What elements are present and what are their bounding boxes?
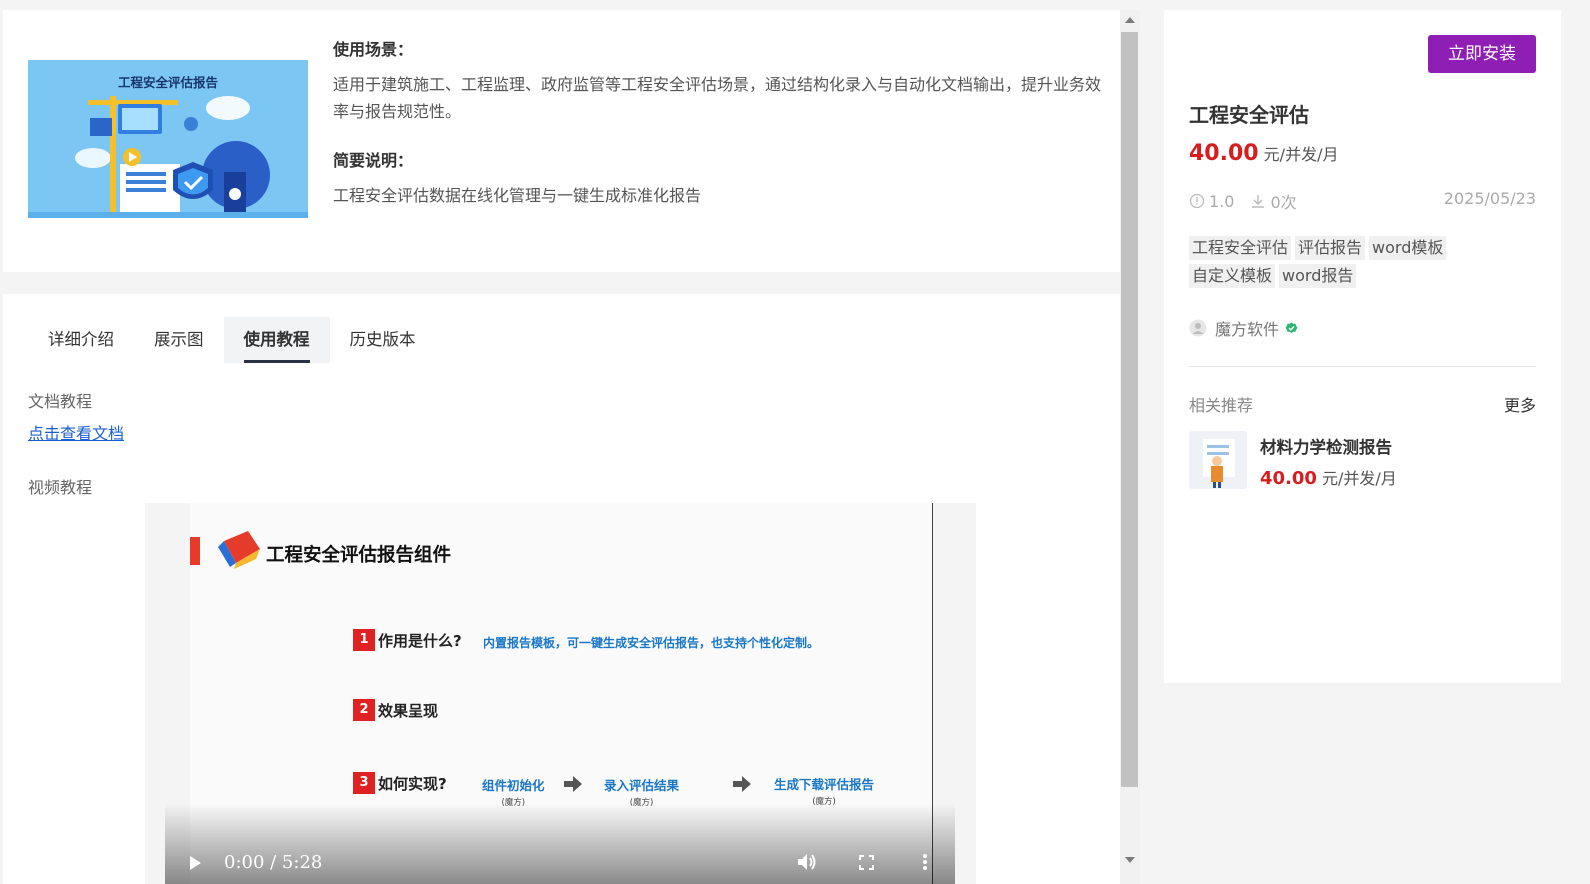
construction-illustration-icon	[28, 96, 308, 218]
tab-tutorial[interactable]: 使用教程	[223, 317, 330, 363]
product-summary-card: 工程安全评估报告 使用场景： 适用于建筑施工、工程监理、政府监管等工程安全评估场…	[3, 10, 1120, 272]
tab-history[interactable]: 历史版本	[330, 317, 436, 363]
main-column: 工程安全评估报告 使用场景： 适用于建筑施工、工程监理、政府监管等工程安全评估场…	[0, 0, 1140, 884]
product-price: 40.00	[1189, 141, 1259, 166]
scroll-down-arrow-icon[interactable]	[1125, 857, 1135, 863]
author-name: 魔方软件	[1215, 320, 1280, 339]
item-question: 效果呈现	[378, 701, 439, 720]
product-info: 使用场景： 适用于建筑施工、工程监理、政府监管等工程安全评估场景，通过结构化录入…	[333, 36, 1103, 209]
summary-heading: 简要说明：	[333, 151, 414, 170]
price-line: 40.00 元/并发/月	[1189, 141, 1338, 166]
author[interactable]: 魔方软件	[1189, 316, 1298, 340]
slide-title: 工程安全评估报告组件	[266, 545, 452, 566]
tag-item[interactable]: word模板	[1369, 236, 1447, 260]
related-name: 材料力学检测报告	[1260, 438, 1392, 457]
tutorial-card: 详细介绍 展示图 使用教程 历史版本 文档教程 点击查看文档 视频教程 工程安全…	[3, 294, 1120, 884]
video-player[interactable]: 工程安全评估报告组件 1 作用是什么? 内置报告模板，可一键生成安全评估报告，也…	[145, 503, 976, 884]
install-button[interactable]: 立即安装	[1428, 35, 1536, 73]
publish-date: 2025/05/23	[1443, 189, 1536, 208]
vertical-scrollbar[interactable]	[1120, 10, 1140, 884]
user-avatar-icon	[1189, 319, 1207, 337]
download-count: 0次	[1270, 193, 1297, 212]
related-price-unit: 元/并发/月	[1316, 469, 1397, 488]
tab-details[interactable]: 详细介绍	[28, 317, 134, 363]
product-sidebar: 立即安装 工程安全评估 40.00 元/并发/月 1.0 0次 2025/05/…	[1164, 10, 1561, 683]
fullscreen-icon[interactable]	[859, 855, 874, 870]
item-number: 3	[353, 772, 375, 794]
download-icon	[1252, 195, 1265, 208]
step-title: 生成下载评估报告	[774, 777, 875, 792]
tag-list: 工程安全评估 评估报告 word模板 自定义模板 word报告	[1189, 236, 1509, 288]
step-title: 录入评估结果	[604, 778, 680, 793]
related-title: 相关推荐	[1189, 396, 1254, 415]
video-tutorial-label: 视频教程	[28, 478, 93, 497]
logo-cube-icon	[218, 531, 260, 569]
item-number: 2	[353, 699, 375, 721]
view-doc-link[interactable]: 点击查看文档	[28, 420, 124, 444]
step-title: 组件初始化	[482, 778, 545, 793]
price-unit: 元/并发/月	[1258, 145, 1339, 164]
more-options-icon[interactable]	[922, 853, 928, 871]
video-time: 0:00 / 5:28	[224, 852, 323, 873]
sidebar-divider	[1189, 366, 1536, 367]
play-icon[interactable]	[187, 855, 203, 871]
slide-item-2: 2 效果呈现	[353, 699, 438, 721]
related-price-line: 40.00 元/并发/月	[1260, 465, 1397, 489]
arrow-right-icon	[564, 776, 582, 792]
product-title: 工程安全评估	[1189, 103, 1309, 127]
related-thumbnail	[1189, 431, 1247, 489]
tag-item[interactable]: word报告	[1279, 264, 1357, 288]
info-icon	[1189, 193, 1205, 209]
scenario-text: 适用于建筑施工、工程监理、政府监管等工程安全评估场景，通过结构化录入与自动化文档…	[333, 75, 1102, 121]
scenario-heading: 使用场景：	[333, 40, 414, 59]
item-question: 如何实现?	[378, 774, 447, 793]
slide-item-3: 3 如何实现?	[353, 772, 447, 794]
tag-item[interactable]: 评估报告	[1295, 236, 1366, 260]
verified-badge-icon	[1285, 322, 1298, 333]
more-link[interactable]: 更多	[1504, 392, 1536, 416]
tag-item[interactable]: 自定义模板	[1189, 264, 1276, 288]
doc-tutorial-label: 文档教程	[28, 392, 93, 411]
scroll-up-arrow-icon[interactable]	[1125, 17, 1135, 23]
related-price: 40.00	[1260, 468, 1317, 489]
related-item[interactable]: 材料力学检测报告 40.00 元/并发/月	[1189, 431, 1536, 491]
slide-accent-bar	[190, 537, 200, 565]
tag-item[interactable]: 工程安全评估	[1189, 236, 1292, 260]
item-answer: 内置报告模板，可一键生成安全评估报告，也支持个性化定制。	[483, 636, 820, 650]
scrollbar-thumb[interactable]	[1121, 32, 1138, 787]
tab-bar: 详细介绍 展示图 使用教程 历史版本	[28, 317, 436, 363]
volume-icon[interactable]	[797, 853, 817, 871]
tab-screenshots[interactable]: 展示图	[134, 317, 224, 363]
product-meta: 1.0 0次	[1189, 189, 1297, 213]
version-value: 1.0	[1209, 191, 1235, 211]
arrow-right-icon	[733, 776, 751, 792]
item-number: 1	[353, 629, 375, 651]
video-controls: 0:00 / 5:28	[165, 803, 955, 884]
material-test-illustration-icon	[1189, 431, 1247, 489]
item-question: 作用是什么?	[378, 631, 462, 650]
summary-text: 工程安全评估数据在线化管理与一键生成标准化报告	[333, 186, 702, 205]
slide-item-1: 1 作用是什么?	[353, 629, 462, 651]
product-thumbnail: 工程安全评估报告	[28, 60, 308, 218]
